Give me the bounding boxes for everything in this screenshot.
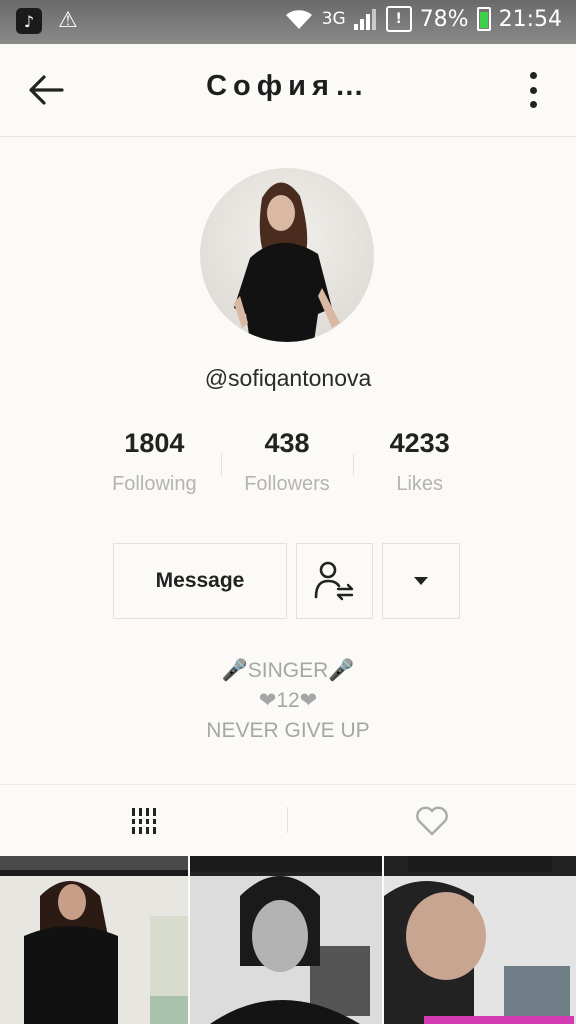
tab-liked[interactable] bbox=[288, 785, 576, 857]
stat-following[interactable]: 1804 Following bbox=[88, 428, 221, 498]
tiktok-app-icon: ♪ bbox=[16, 8, 42, 34]
user-swap-icon bbox=[314, 561, 353, 601]
message-button-label: Message bbox=[155, 569, 245, 592]
warning-icon: ⚠ bbox=[58, 8, 78, 33]
profile-bio: 🎤SINGER🎤 ❤12❤ NEVER GIVE UP bbox=[0, 656, 576, 746]
page-title: София… bbox=[206, 70, 370, 102]
thumbnail-image bbox=[0, 856, 188, 1024]
network-type: 3G bbox=[321, 9, 346, 29]
video-thumbnail[interactable] bbox=[190, 856, 382, 1024]
heart-outline-icon bbox=[416, 806, 448, 836]
sim-icon: ! bbox=[385, 6, 412, 32]
signal-icon bbox=[353, 9, 376, 30]
message-button[interactable]: Message bbox=[113, 543, 287, 619]
suggestions-dropdown-button[interactable] bbox=[382, 543, 460, 619]
stat-value: 4233 bbox=[389, 428, 450, 458]
stat-value: 438 bbox=[264, 428, 310, 458]
grid-bars-icon bbox=[129, 808, 159, 834]
stat-likes[interactable]: 4233 Likes bbox=[353, 428, 486, 498]
top-nav-bar: София… bbox=[0, 44, 576, 137]
stat-label: Likes bbox=[396, 473, 444, 495]
username-handle: @sofiqantonova bbox=[204, 365, 372, 391]
stat-followers[interactable]: 438 Followers bbox=[220, 428, 354, 498]
stat-label: Following bbox=[112, 473, 197, 495]
clock: 21:54 bbox=[498, 6, 562, 32]
bio-line: NEVER GIVE UP bbox=[206, 719, 370, 742]
video-thumbnail[interactable] bbox=[384, 856, 576, 1024]
status-bar: ♪ ⚠ 3G ! 78% 21:54 bbox=[0, 0, 576, 44]
video-grid bbox=[0, 856, 576, 1024]
bio-line: 🎤SINGER🎤 bbox=[221, 659, 355, 682]
caret-down-icon bbox=[414, 577, 428, 585]
avatar[interactable] bbox=[200, 168, 374, 342]
more-options-icon[interactable] bbox=[528, 72, 538, 108]
tab-videos[interactable] bbox=[0, 785, 288, 857]
bio-line: ❤12❤ bbox=[258, 689, 318, 712]
profile-photo bbox=[234, 182, 340, 342]
battery-percent: 78% bbox=[419, 6, 469, 32]
video-thumbnail[interactable] bbox=[0, 856, 188, 1024]
battery-icon bbox=[476, 7, 491, 31]
profile-stats: 1804 Following 438 Followers 4233 Likes bbox=[88, 428, 486, 498]
wifi-icon bbox=[285, 10, 312, 30]
thumbnail-image bbox=[384, 856, 576, 1024]
stat-label: Followers bbox=[244, 473, 330, 495]
profile-tabs bbox=[0, 784, 576, 857]
follow-status-button[interactable] bbox=[296, 543, 373, 619]
stat-value: 1804 bbox=[124, 428, 185, 458]
thumbnail-image bbox=[190, 856, 382, 1024]
